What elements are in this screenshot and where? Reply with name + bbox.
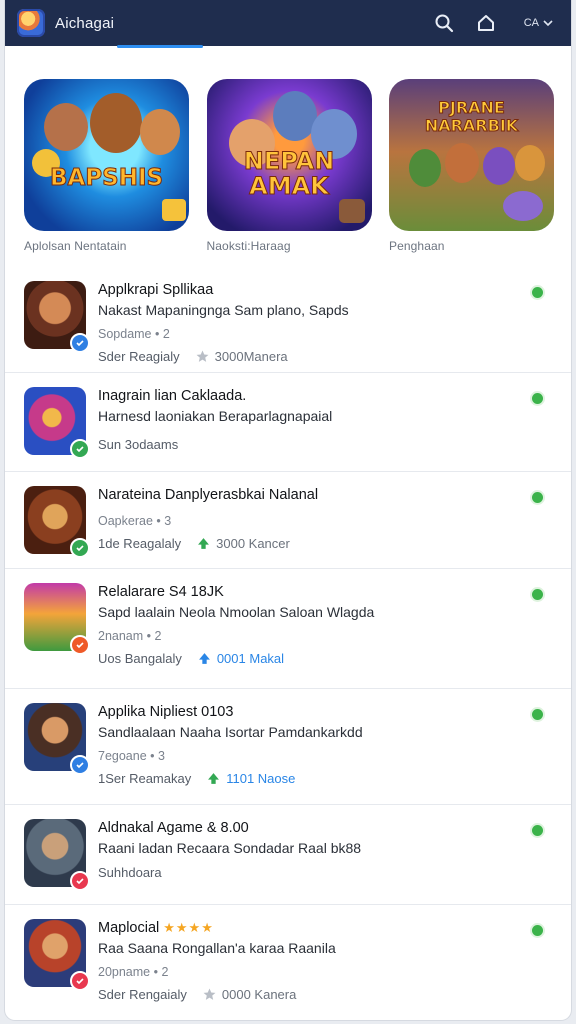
app-description: Harnesd laoniakan Beraparlagnapaial <box>98 408 333 424</box>
status-dot <box>532 709 543 720</box>
app-rating-label: 1Ser Reamakay <box>98 771 192 786</box>
badge-icon <box>70 871 90 891</box>
top-bar: Aichagai CA <box>5 0 571 48</box>
active-tab-indicator <box>117 45 203 48</box>
app-description: Nakast Mapaningnga Sam plano, Sapds <box>98 302 349 318</box>
app-window: Aichagai CA BAPSHIS Aplolsan Nentatain N… <box>5 0 571 1020</box>
featured-caption: Penghaan <box>389 239 445 253</box>
featured-row: BAPSHIS Aplolsan Nentatain NEPAN AMAK Na… <box>5 46 571 253</box>
status-dot <box>532 825 543 836</box>
app-meta: 20pname • 2 <box>98 965 169 979</box>
featured-image: BAPSHIS <box>24 79 189 231</box>
list-item[interactable]: Aldnakal Agame & 8.00 Raani ladan Recaar… <box>5 805 571 905</box>
app-name: Narateina Danplyerasbkai Nalanal <box>98 487 319 503</box>
app-name: Aldnakal Agame & 8.00 <box>98 820 249 836</box>
app-rating-label: Sun 3odaams <box>98 437 179 452</box>
app-meta: 7egoane • 3 <box>98 749 165 763</box>
featured-image: PJRANE NARARBIK <box>389 79 554 231</box>
app-download-count: 0000 Kanera <box>221 987 297 1002</box>
badge-icon <box>70 971 90 991</box>
list-item[interactable]: Relalarare S4 18JK Sapd laalain Neola Nm… <box>5 569 571 689</box>
status-dot <box>532 925 543 936</box>
featured-card[interactable]: BAPSHIS Aplolsan Nentatain <box>24 79 189 253</box>
list-item[interactable]: Inagrain lian Caklaada. Harnesd laoniaka… <box>5 373 571 472</box>
chevron-down-icon <box>543 20 553 27</box>
list-item[interactable]: Maplocial ★★★★ Raa Saana Rongallan'a kara… <box>5 905 571 1015</box>
app-description: Sapd laalain Neola Nmoolan Saloan Wlagda <box>98 604 375 620</box>
featured-caption: Naoksti:Haraag <box>206 239 291 253</box>
featured-card[interactable]: NEPAN AMAK Naoksti:Haraag <box>206 79 372 253</box>
app-logo[interactable] <box>17 9 45 37</box>
list-item[interactable]: Narateina Danplyerasbkai Nalanal Oapkera… <box>5 472 571 569</box>
up-arrow-icon <box>198 653 210 664</box>
badge-icon <box>70 538 90 558</box>
list-item[interactable]: Applkrapi Spllikaa Nakast Mapaningnga Sa… <box>5 267 571 373</box>
app-meta: Oapkerae • 3 <box>98 514 172 528</box>
app-meta: 2nanam • 2 <box>98 629 162 643</box>
star-icon <box>196 350 209 362</box>
app-title: Aichagai <box>55 14 115 32</box>
app-download-count: 0001 Makal <box>216 651 285 666</box>
app-rating-label: 1de Reagalaly <box>98 536 182 551</box>
app-download-count: 1101 Naose <box>226 771 296 786</box>
status-dot <box>532 492 543 503</box>
language-label: CA <box>523 17 539 29</box>
featured-caption: Aplolsan Nentatain <box>24 239 127 253</box>
app-download-count: 3000 Kancer <box>216 536 290 551</box>
app-rating-label: Suhhdoara <box>98 865 162 880</box>
app-description: Raani ladan Recaara Sondadar Raal bk88 <box>98 840 362 856</box>
star-icon <box>203 988 216 1000</box>
app-description: Raa Saana Rongallan'a karaa Raanila <box>98 940 336 956</box>
badge-icon <box>70 439 90 459</box>
featured-image: NEPAN AMAK <box>206 79 372 231</box>
app-name: Relalarare S4 18JK <box>98 584 224 600</box>
badge-icon <box>70 333 90 353</box>
app-name: Inagrain lian Caklaada. <box>98 388 247 404</box>
status-dot <box>532 589 543 600</box>
app-name: Applkrapi Spllikaa <box>98 282 214 298</box>
featured-card[interactable]: PJRANE NARARBIK Penghaan <box>389 79 554 253</box>
star-rating-icon: ★★★★ <box>163 920 214 935</box>
badge-icon <box>70 635 90 655</box>
up-arrow-icon <box>198 538 210 549</box>
app-name: Applika Nipliest 0103 <box>98 704 234 720</box>
list-item[interactable]: Applika Nipliest 0103 Sandlaalaan Naaha … <box>5 689 571 805</box>
app-meta: Sopdame • 2 <box>98 327 170 341</box>
app-description: Sandlaalaan Naaha Isortar Pamdankarkdd <box>98 724 363 740</box>
up-arrow-icon <box>208 773 220 784</box>
featured-art-text: PJRANE NARARBIK <box>424 98 519 135</box>
home-icon[interactable] <box>472 9 500 37</box>
status-dot <box>532 393 543 404</box>
badge-icon <box>70 755 90 775</box>
featured-art-text: BAPSHIS <box>49 165 164 192</box>
app-name: Maplocial <box>98 920 160 936</box>
app-rating-label: Sder Reagialy <box>98 349 180 364</box>
app-download-count: 3000Manera <box>214 349 288 364</box>
app-rating-label: Sder Rengaialy <box>98 987 187 1002</box>
search-icon[interactable] <box>430 9 458 37</box>
app-list: Applkrapi Spllikaa Nakast Mapaningnga Sa… <box>5 267 571 1015</box>
status-dot <box>532 287 543 298</box>
language-selector[interactable]: CA <box>524 17 553 29</box>
featured-art-text: NEPAN AMAK <box>243 147 335 200</box>
app-rating-label: Uos Bangalaly <box>98 651 182 666</box>
